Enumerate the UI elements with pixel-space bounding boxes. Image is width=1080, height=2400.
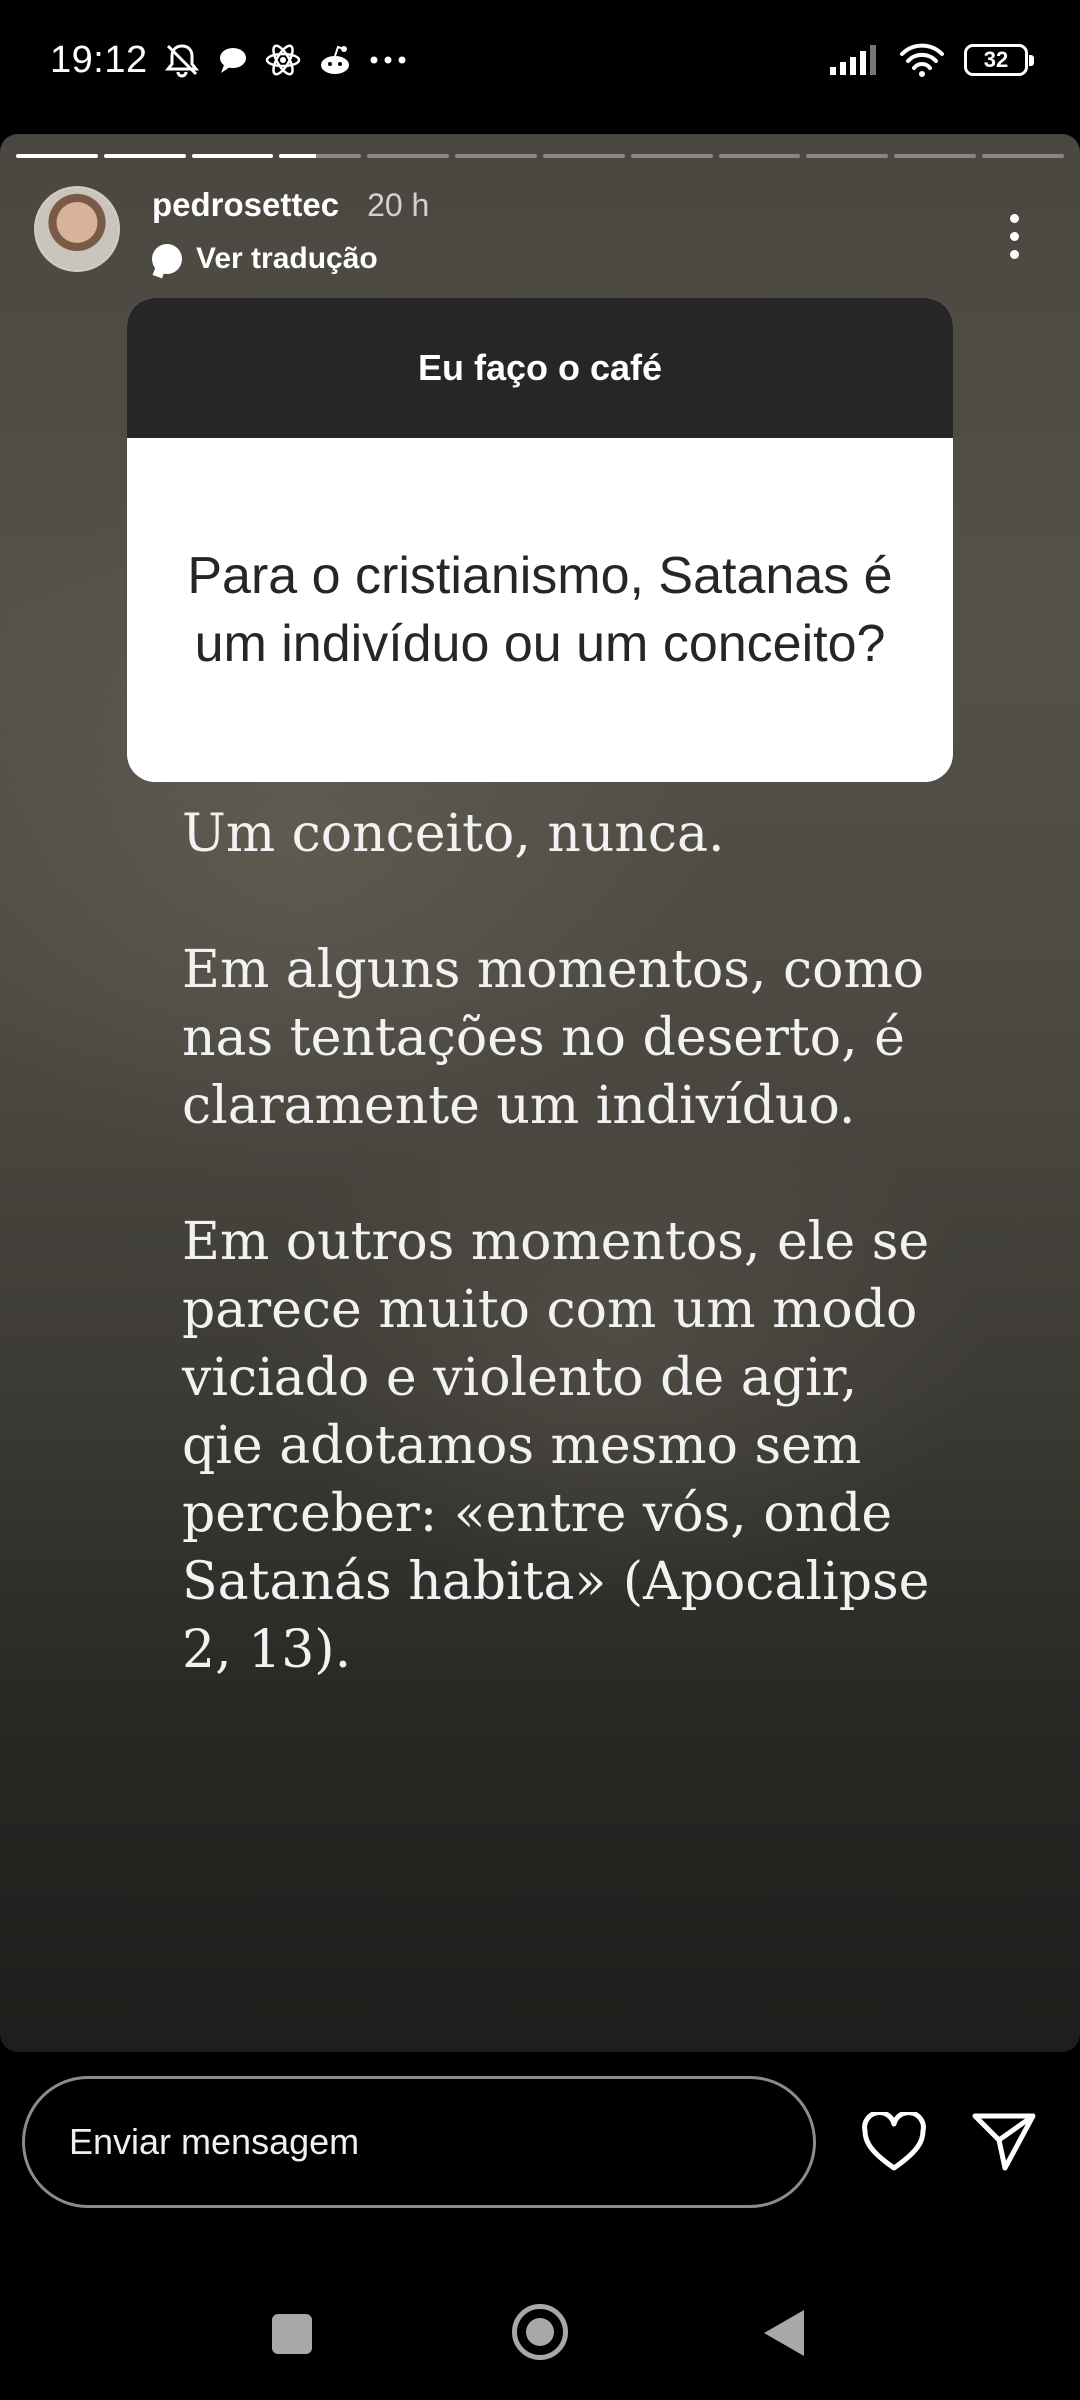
question-sticker[interactable]: Eu faço o café Para o cristianismo, Sata… bbox=[127, 298, 953, 782]
battery-icon: 32 bbox=[964, 44, 1034, 76]
question-header: Eu faço o café bbox=[127, 298, 953, 438]
status-right: 32 bbox=[828, 38, 1034, 82]
answer-paragraph-1: Um conceito, nunca. bbox=[182, 804, 725, 864]
dot-icon bbox=[1009, 249, 1019, 259]
dot-icon bbox=[1009, 213, 1019, 223]
story-progress-segment bbox=[16, 154, 98, 158]
avatar[interactable] bbox=[34, 186, 120, 272]
story-progress-segment bbox=[806, 154, 889, 158]
more-dots-icon bbox=[368, 38, 408, 82]
share-button[interactable] bbox=[968, 2106, 1040, 2178]
translate-button[interactable]: Ver tradução bbox=[152, 242, 429, 276]
message-input[interactable] bbox=[22, 2076, 816, 2208]
story-progress-segment bbox=[367, 154, 450, 158]
signal-icon bbox=[828, 38, 880, 82]
story-progress-segment bbox=[982, 154, 1064, 158]
story-progress-segment bbox=[191, 154, 274, 158]
atom-icon bbox=[264, 38, 302, 82]
more-options-button[interactable] bbox=[994, 196, 1034, 276]
like-button[interactable] bbox=[858, 2106, 930, 2178]
heart-icon bbox=[862, 2112, 926, 2171]
status-bar: 19:12 32 bbox=[0, 0, 1080, 120]
home-button[interactable] bbox=[512, 2304, 568, 2360]
answer-paragraph-3: Em outros momentos, ele se parece muito … bbox=[182, 1212, 930, 1680]
story-progress-fill bbox=[279, 154, 317, 158]
story-progress-fill bbox=[16, 154, 98, 158]
answer-text: Um conceito, nunca. Em alguns momentos, … bbox=[182, 800, 942, 1684]
reply-bar bbox=[0, 2052, 1080, 2232]
user-block: pedrosettec 20 h Ver tradução bbox=[152, 186, 429, 276]
story-header: pedrosettec 20 h Ver tradução bbox=[34, 186, 1050, 286]
user-row: pedrosettec 20 h bbox=[152, 186, 429, 224]
story-progress-segment bbox=[542, 154, 625, 158]
username[interactable]: pedrosettec bbox=[152, 186, 339, 224]
instagram-story-screen: 19:12 32 pedrosettec 20 h Ver tradução E… bbox=[0, 0, 1080, 2400]
send-icon bbox=[972, 2113, 1036, 2171]
translate-label: Ver tradução bbox=[196, 242, 378, 275]
story-progress-segment bbox=[279, 154, 362, 158]
translate-bubble-icon bbox=[152, 244, 182, 274]
story-progress-segment bbox=[630, 154, 713, 158]
status-left: 19:12 bbox=[50, 38, 408, 82]
wifi-icon bbox=[898, 38, 946, 82]
story-progress-segment bbox=[455, 154, 537, 158]
dot-icon bbox=[1009, 231, 1019, 241]
story-progress-segment bbox=[103, 154, 186, 158]
chat-bubble-icon bbox=[216, 38, 250, 82]
reddit-icon bbox=[316, 38, 354, 82]
recents-button[interactable] bbox=[272, 2314, 312, 2354]
system-nav-bar bbox=[0, 2232, 1080, 2400]
story-view[interactable]: pedrosettec 20 h Ver tradução Eu faço o … bbox=[0, 134, 1080, 2052]
story-progress-bars bbox=[16, 154, 1064, 158]
story-progress-fill bbox=[103, 154, 186, 158]
battery-level: 32 bbox=[983, 47, 1009, 72]
back-button[interactable] bbox=[764, 2310, 804, 2356]
time-ago: 20 h bbox=[367, 187, 430, 223]
status-time: 19:12 bbox=[50, 38, 148, 81]
story-progress-segment bbox=[718, 154, 801, 158]
muted-bell-icon bbox=[162, 38, 202, 82]
story-progress-fill bbox=[191, 154, 274, 158]
question-text: Para o cristianismo, Satanas é um indiví… bbox=[187, 547, 893, 673]
story-progress-segment bbox=[894, 154, 977, 158]
answer-paragraph-2: Em alguns momentos, como nas tentações n… bbox=[182, 940, 925, 1136]
